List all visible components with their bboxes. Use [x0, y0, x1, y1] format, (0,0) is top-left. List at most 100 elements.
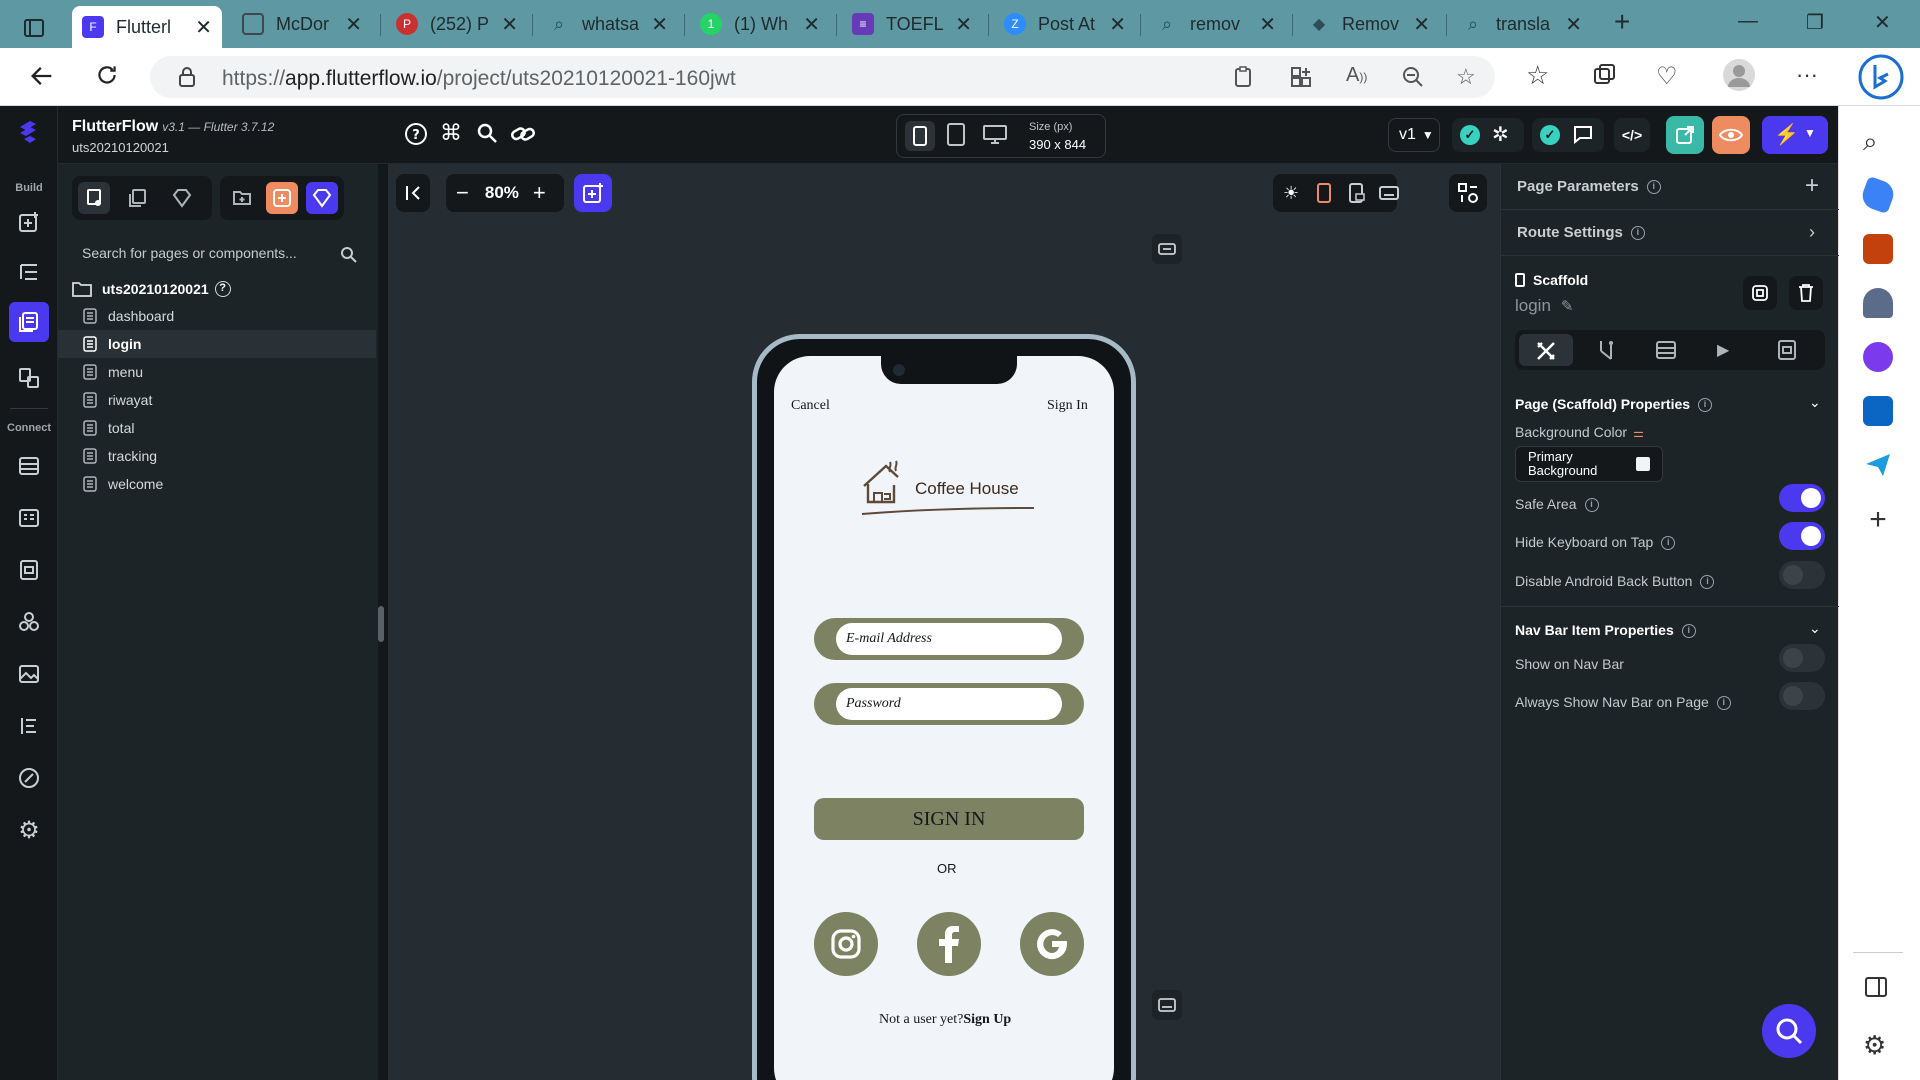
flutterflow-logo-icon[interactable]	[13, 116, 45, 148]
shopping-icon[interactable]	[1858, 175, 1898, 215]
close-tab-icon[interactable]: ✕	[955, 12, 972, 37]
share-link-button[interactable]	[510, 124, 536, 144]
widget-palette-icon[interactable]	[13, 206, 45, 238]
refresh-button[interactable]	[94, 62, 120, 88]
device-rotate-icon[interactable]	[1349, 183, 1365, 203]
page-search-input[interactable]: Search for pages or components...	[72, 236, 362, 270]
search-button[interactable]	[476, 122, 498, 144]
page-item-login[interactable]: login	[58, 330, 376, 358]
firestore-icon[interactable]	[13, 450, 45, 482]
pages-tab-button[interactable]	[78, 182, 110, 214]
duplicate-button[interactable]	[1743, 276, 1777, 310]
sign-in-button[interactable]: SIGN IN	[814, 798, 1084, 840]
always-show-navbar-toggle[interactable]	[1779, 682, 1825, 710]
open-preview-button[interactable]	[1666, 116, 1704, 154]
check-circle-icon[interactable]: ✓	[1460, 125, 1480, 145]
outlook-icon[interactable]	[1863, 396, 1893, 426]
tab-remove-search[interactable]: ⌕ remov ✕	[1146, 6, 1286, 42]
code-view-button[interactable]: </>	[1614, 118, 1650, 152]
back-button[interactable]	[28, 62, 56, 90]
phone-frame-icon[interactable]	[1317, 183, 1332, 203]
zoom-in-button[interactable]: +	[533, 180, 546, 206]
library-tab-button[interactable]	[166, 182, 198, 214]
bug-icon[interactable]: ✲	[1492, 122, 1509, 147]
data-types-icon[interactable]	[13, 502, 45, 534]
tab-whatsapp-search[interactable]: ⌕ whatsa ✕	[538, 6, 678, 42]
tab-translate[interactable]: ⌕ transla ✕	[1452, 6, 1592, 42]
hide-sidebar-icon[interactable]	[1863, 974, 1893, 1004]
close-window-button[interactable]: ✕	[1874, 10, 1891, 35]
page-item-welcome[interactable]: welcome	[58, 470, 376, 498]
add-widget-button[interactable]	[574, 174, 612, 212]
tune-icon[interactable]: ⚌	[1633, 426, 1644, 440]
games-icon[interactable]	[1863, 288, 1893, 318]
sidebar-settings-icon[interactable]: ⚙	[1863, 1030, 1893, 1060]
profile-avatar[interactable]	[1722, 58, 1756, 92]
theme-settings-icon[interactable]	[13, 762, 45, 794]
mobile-device-button[interactable]	[905, 121, 935, 151]
check-circle-icon[interactable]: ✓	[1540, 125, 1560, 145]
close-tab-icon[interactable]: ✕	[501, 12, 518, 37]
components-icon[interactable]	[13, 362, 45, 394]
page-item-dashboard[interactable]: dashboard	[58, 302, 376, 330]
safe-area-toggle[interactable]	[1779, 484, 1825, 512]
components-tab-button[interactable]	[122, 182, 154, 214]
new-folder-button[interactable]	[226, 182, 258, 214]
help-button[interactable]: ?	[404, 122, 428, 146]
media-assets-icon[interactable]	[13, 658, 45, 690]
add-favorite-icon[interactable]: ☆	[1456, 64, 1476, 90]
close-tab-icon[interactable]: ✕	[803, 12, 820, 37]
tab-actions[interactable]	[1595, 339, 1619, 361]
reading-view-icon[interactable]	[1232, 66, 1254, 88]
instagram-button[interactable]	[814, 912, 878, 976]
comments-icon[interactable]	[1572, 124, 1594, 144]
pages-icon[interactable]	[9, 302, 49, 342]
tab-post[interactable]: Z Post At ✕	[994, 6, 1136, 42]
run-button[interactable]: ⚡ ▼	[1762, 116, 1828, 154]
settings-more-icon[interactable]: ···	[1796, 62, 1818, 88]
minimize-button[interactable]: —	[1738, 10, 1758, 33]
bing-copilot-icon[interactable]	[1858, 54, 1904, 100]
cancel-link[interactable]: Cancel	[791, 398, 830, 414]
project-folder[interactable]: uts20210120021 ?	[72, 276, 231, 302]
password-field[interactable]: Password	[814, 683, 1084, 725]
light-mode-icon[interactable]: ☀	[1283, 183, 1299, 204]
keyboard-icon[interactable]	[1379, 186, 1400, 200]
read-aloud-icon[interactable]: A))	[1346, 64, 1367, 87]
panel-resize-handle[interactable]	[378, 606, 384, 642]
page-item-total[interactable]: total	[58, 414, 376, 442]
scaffold-section-title[interactable]: Page (Scaffold) Properties i	[1515, 396, 1713, 413]
device-frame-toggle[interactable]	[1152, 234, 1182, 264]
add-template-button[interactable]	[306, 182, 338, 214]
tab-whatsapp[interactable]: 1 (1) Wh ✕	[690, 6, 830, 42]
close-tab-icon[interactable]: ✕	[651, 12, 668, 37]
collections-icon[interactable]	[1592, 62, 1618, 88]
chevron-down-icon[interactable]: ⌄	[1809, 620, 1821, 637]
add-sidebar-app-icon[interactable]: +	[1863, 505, 1893, 536]
disable-back-button-toggle[interactable]	[1779, 561, 1825, 589]
email-field[interactable]: E-mail Address	[814, 618, 1084, 660]
collapse-panel-button[interactable]	[396, 174, 430, 212]
navbar-section-title[interactable]: Nav Bar Item Properties i	[1515, 622, 1696, 639]
close-tab-icon[interactable]: ✕	[1565, 12, 1582, 37]
microsoft-365-icon[interactable]	[1863, 342, 1893, 372]
sign-up-link[interactable]: Sign Up	[963, 1012, 1011, 1027]
route-settings-row[interactable]: Route Settings i ›	[1501, 210, 1839, 256]
version-dropdown[interactable]: v1 ▼	[1388, 118, 1440, 152]
show-on-navbar-toggle[interactable]	[1779, 644, 1825, 672]
delete-button[interactable]	[1789, 276, 1823, 310]
edit-pencil-icon[interactable]: ✎	[1561, 298, 1574, 315]
desktop-device-button[interactable]	[983, 125, 1007, 145]
background-color-picker[interactable]: Primary Background	[1515, 446, 1663, 482]
page-item-tracking[interactable]: tracking	[58, 442, 376, 470]
restore-button[interactable]: ❐	[1806, 10, 1824, 35]
command-palette-icon[interactable]: ⌘	[440, 120, 462, 146]
tab-animations[interactable]: ▶	[1717, 340, 1729, 360]
close-tab-icon[interactable]: ✕	[345, 12, 362, 37]
zoom-out-icon[interactable]	[1402, 66, 1424, 88]
page-parameters-row[interactable]: Page Parameters i +	[1501, 164, 1839, 210]
tab-pinterest[interactable]: P (252) P ✕	[386, 6, 528, 42]
tablet-device-button[interactable]	[947, 123, 965, 147]
search-icon[interactable]: ⌕	[1863, 126, 1893, 156]
tab-state[interactable]	[1777, 339, 1797, 361]
